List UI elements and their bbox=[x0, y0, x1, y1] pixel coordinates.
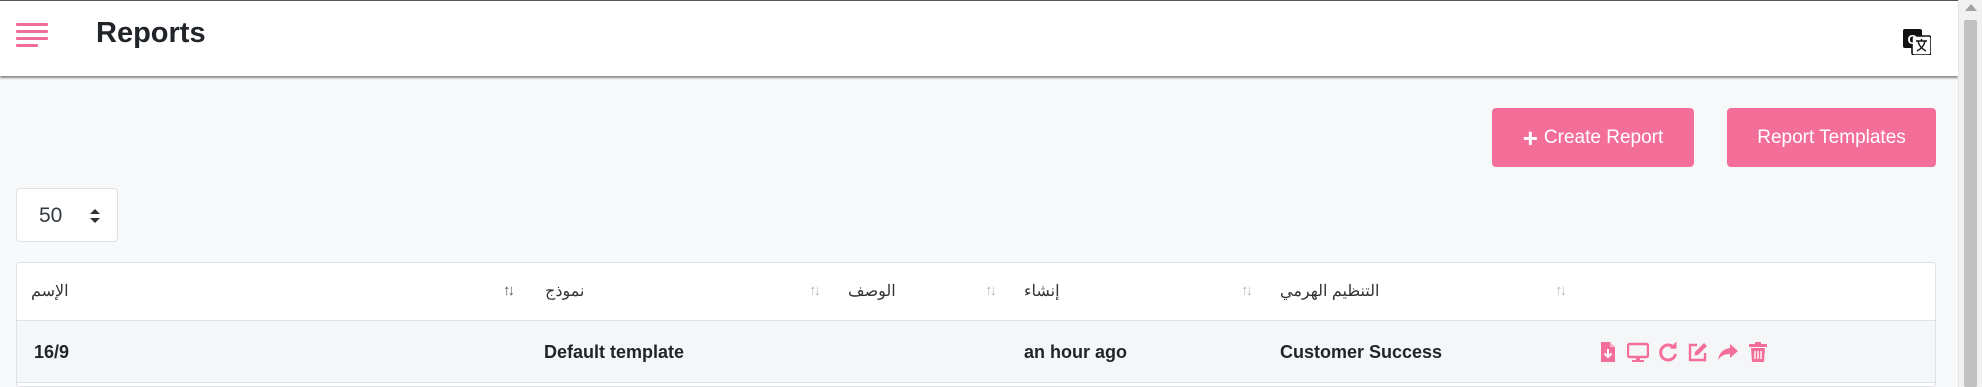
edit-icon[interactable] bbox=[1687, 341, 1709, 363]
download-icon[interactable] bbox=[1597, 341, 1619, 363]
sort-icon[interactable]: ↑↓ bbox=[809, 282, 821, 299]
menu-icon[interactable] bbox=[16, 23, 48, 47]
row-actions bbox=[1597, 341, 1769, 363]
scrollbar-thumb[interactable] bbox=[1964, 20, 1977, 387]
monitor-icon[interactable] bbox=[1627, 341, 1649, 363]
page-title: Reports bbox=[96, 17, 206, 49]
scroll-up-arrow-icon[interactable] bbox=[1965, 4, 1977, 11]
cell-created: an hour ago bbox=[1024, 342, 1127, 362]
page-size-select[interactable]: 50 bbox=[16, 188, 118, 242]
create-report-label: Create Report bbox=[1543, 126, 1664, 148]
sort-icon[interactable]: ↑↓ bbox=[985, 282, 997, 299]
translate-icon[interactable]: G bbox=[1903, 29, 1931, 55]
cell-name: 16/9 bbox=[34, 342, 70, 362]
report-templates-button[interactable]: Report Templates bbox=[1727, 108, 1936, 167]
column-header-hierarchy[interactable]: التنظيم الهرمي bbox=[1280, 281, 1379, 301]
refresh-icon[interactable] bbox=[1657, 341, 1679, 363]
column-header-description[interactable]: الوصف bbox=[848, 281, 896, 301]
column-header-template[interactable]: نموذج bbox=[545, 281, 584, 301]
top-bar: Reports G bbox=[0, 0, 1958, 76]
sort-caret-icon bbox=[90, 209, 100, 223]
reports-table: الإسم ↑↓ نموذج ↑↓ الوصف ↑↓ إنشاء ↑↓ التن… bbox=[16, 262, 1936, 387]
plus-icon: + bbox=[1522, 122, 1538, 153]
cell-template: Default template bbox=[544, 342, 685, 362]
trash-icon[interactable] bbox=[1747, 341, 1769, 363]
sort-icon[interactable]: ↑↓ bbox=[503, 282, 515, 299]
column-header-name[interactable]: الإسم bbox=[31, 281, 69, 301]
share-icon[interactable] bbox=[1717, 341, 1739, 363]
sort-icon[interactable]: ↑↓ bbox=[1241, 282, 1253, 299]
report-templates-label: Report Templates bbox=[1757, 126, 1906, 148]
svg-text:G: G bbox=[1907, 32, 1917, 47]
sort-icon[interactable]: ↑↓ bbox=[1555, 282, 1567, 299]
page-size-value: 50 bbox=[39, 204, 63, 227]
vertical-scrollbar[interactable] bbox=[1958, 0, 1982, 387]
table-header: الإسم ↑↓ نموذج ↑↓ الوصف ↑↓ إنشاء ↑↓ التن… bbox=[17, 263, 1935, 321]
table-row[interactable]: 16/9 Default template an hour ago Custom… bbox=[17, 321, 1935, 383]
cell-hierarchy: Customer Success bbox=[1280, 342, 1443, 362]
column-header-created[interactable]: إنشاء bbox=[1024, 281, 1060, 301]
create-report-button[interactable]: + Create Report bbox=[1492, 108, 1694, 167]
